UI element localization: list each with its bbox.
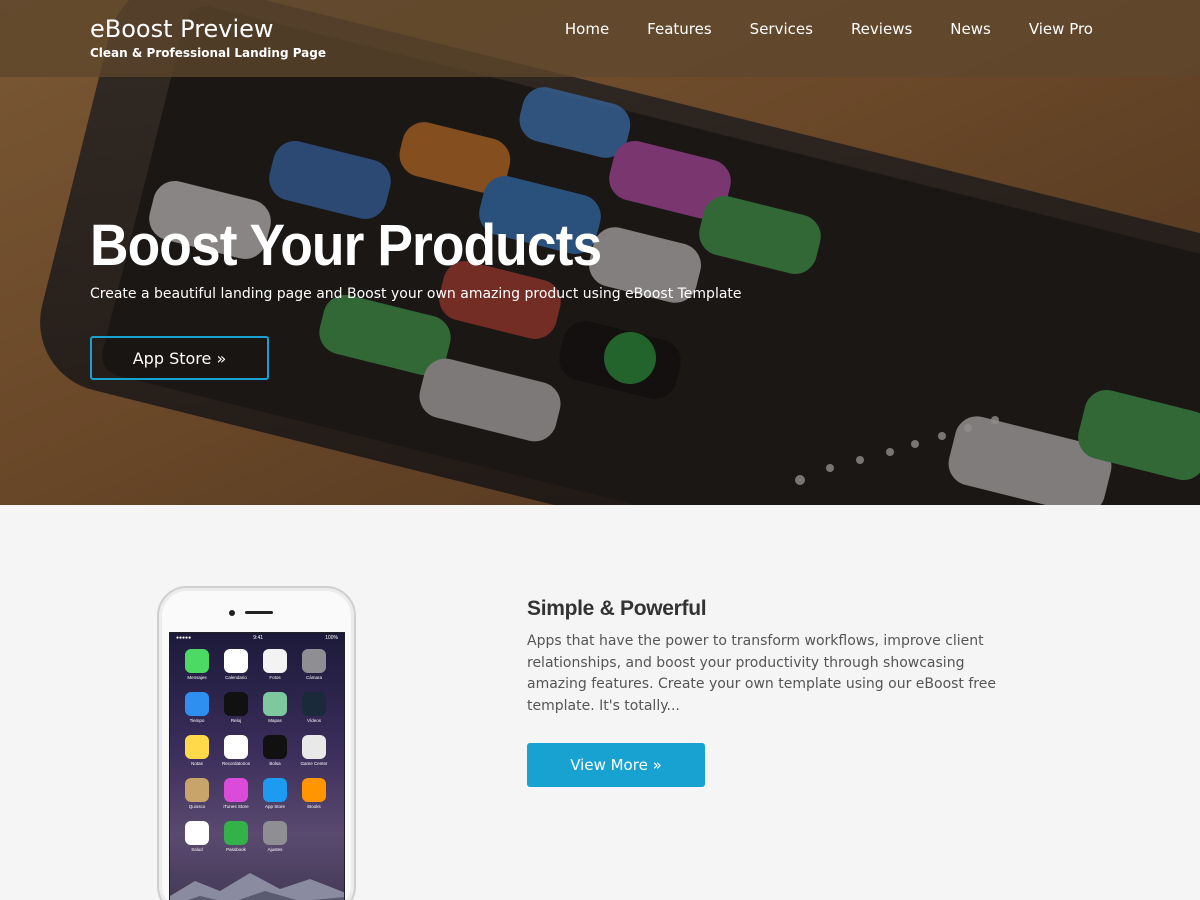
app-icon bbox=[185, 735, 209, 759]
phone-app: Cámara bbox=[301, 649, 327, 680]
nav-home[interactable]: Home bbox=[565, 19, 609, 39]
app-icon bbox=[185, 692, 209, 716]
app-label: Reloj bbox=[230, 718, 242, 723]
app-icon bbox=[263, 649, 287, 673]
brand-subtitle: Clean & Professional Landing Page bbox=[90, 46, 327, 60]
app-label: Game Center bbox=[300, 761, 328, 766]
phone-screen: ●●●●● 9:41 100% Mensajes Calendario Fotos C… bbox=[169, 632, 345, 900]
app-icon bbox=[224, 821, 248, 845]
front-camera bbox=[229, 610, 235, 616]
phone-app: Vídeos bbox=[301, 692, 327, 723]
app-label: Passbook bbox=[226, 847, 246, 852]
phone-app: Game Center bbox=[300, 735, 328, 766]
phone-app: Fotos bbox=[262, 649, 288, 680]
nav-features[interactable]: Features bbox=[647, 19, 712, 39]
app-icon bbox=[185, 649, 209, 673]
app-icon bbox=[224, 649, 248, 673]
app-label: iTunes Store bbox=[223, 804, 249, 809]
phone-app: iTunes Store bbox=[223, 778, 249, 809]
brand-title[interactable]: eBoost Preview bbox=[90, 14, 326, 44]
app-icon bbox=[263, 778, 287, 802]
phone-app: Reloj bbox=[223, 692, 249, 723]
app-icon bbox=[263, 735, 287, 759]
phone-app: Passbook bbox=[223, 821, 249, 852]
phone-app: iBooks bbox=[301, 778, 327, 809]
app-grid: Mensajes Calendario Fotos Cámara Tiempo Reloj… bbox=[170, 643, 344, 852]
feature-title: Simple & Powerful bbox=[527, 597, 707, 620]
phone-app: Mapas bbox=[262, 692, 288, 723]
phone-app: Recordatorios bbox=[222, 735, 251, 766]
app-icon bbox=[302, 778, 326, 802]
nav-view-pro[interactable]: View Pro bbox=[1029, 19, 1093, 39]
app-label: Notas bbox=[191, 761, 203, 766]
phone-app: App Store bbox=[262, 778, 288, 809]
nav-news[interactable]: News bbox=[950, 19, 991, 39]
hero-title: Boost Your Products bbox=[90, 213, 602, 278]
app-icon bbox=[224, 692, 248, 716]
main-nav: Home Features Services Reviews News View… bbox=[527, 19, 1093, 39]
app-icon bbox=[302, 692, 326, 716]
nav-reviews[interactable]: Reviews bbox=[851, 19, 912, 39]
app-label: Tiempo bbox=[189, 718, 205, 723]
app-icon bbox=[224, 778, 248, 802]
phone-app: Ajustes bbox=[262, 821, 288, 852]
nav-services[interactable]: Services bbox=[750, 19, 813, 39]
wallpaper-mountains bbox=[170, 873, 344, 900]
app-label: Ajustes bbox=[267, 847, 283, 852]
signal-indicator: ●●●●● bbox=[176, 635, 192, 641]
app-label: Vídeos bbox=[306, 718, 321, 723]
phone-app: Quiosco bbox=[184, 778, 210, 809]
app-label: Calendario bbox=[225, 675, 247, 680]
app-label: Quiosco bbox=[188, 804, 206, 809]
hero-subtitle: Create a beautiful landing page and Boos… bbox=[90, 286, 742, 302]
phone-status-bar: ●●●●● 9:41 100% bbox=[170, 633, 344, 643]
view-more-button[interactable]: View More » bbox=[527, 743, 705, 787]
app-icon bbox=[185, 778, 209, 802]
app-label: iBooks bbox=[307, 804, 321, 809]
phone-app: Tiempo bbox=[184, 692, 210, 723]
app-label: Fotos bbox=[269, 675, 281, 680]
hero-section: eBoost Preview Clean & Professional Land… bbox=[0, 0, 1200, 505]
app-icon bbox=[185, 821, 209, 845]
app-icon bbox=[263, 692, 287, 716]
app-label: App Store bbox=[264, 804, 285, 809]
app-icon bbox=[263, 821, 287, 845]
feature-description: Apps that have the power to transform wo… bbox=[527, 633, 996, 714]
app-label: Mapas bbox=[268, 718, 282, 723]
phone-app: Notas bbox=[184, 735, 210, 766]
phone-app: Salud bbox=[184, 821, 210, 852]
phone-time: 9:41 bbox=[253, 635, 264, 641]
app-icon bbox=[302, 735, 326, 759]
phone-app: Calendario bbox=[223, 649, 249, 680]
app-label: Bolsa bbox=[269, 761, 281, 766]
earpiece-speaker bbox=[245, 611, 273, 614]
app-label: Mensajes bbox=[187, 675, 207, 680]
app-label: Recordatorios bbox=[222, 761, 251, 766]
phone-battery: 100% bbox=[325, 635, 338, 641]
phone-app: Bolsa bbox=[262, 735, 288, 766]
phone-app: Mensajes bbox=[184, 649, 210, 680]
app-store-button[interactable]: App Store » bbox=[90, 336, 269, 380]
app-icon bbox=[302, 649, 326, 673]
app-label: Cámara bbox=[305, 675, 322, 680]
iphone-mockup: ●●●●● 9:41 100% Mensajes Calendario Fotos C… bbox=[157, 586, 356, 900]
app-label: Salud bbox=[191, 847, 203, 852]
top-navbar: eBoost Preview Clean & Professional Land… bbox=[0, 0, 1200, 77]
brand[interactable]: eBoost Preview Clean & Professional Land… bbox=[90, 14, 326, 60]
app-icon bbox=[224, 735, 248, 759]
feature-section: ●●●●● 9:41 100% Mensajes Calendario Fotos C… bbox=[0, 505, 1200, 900]
